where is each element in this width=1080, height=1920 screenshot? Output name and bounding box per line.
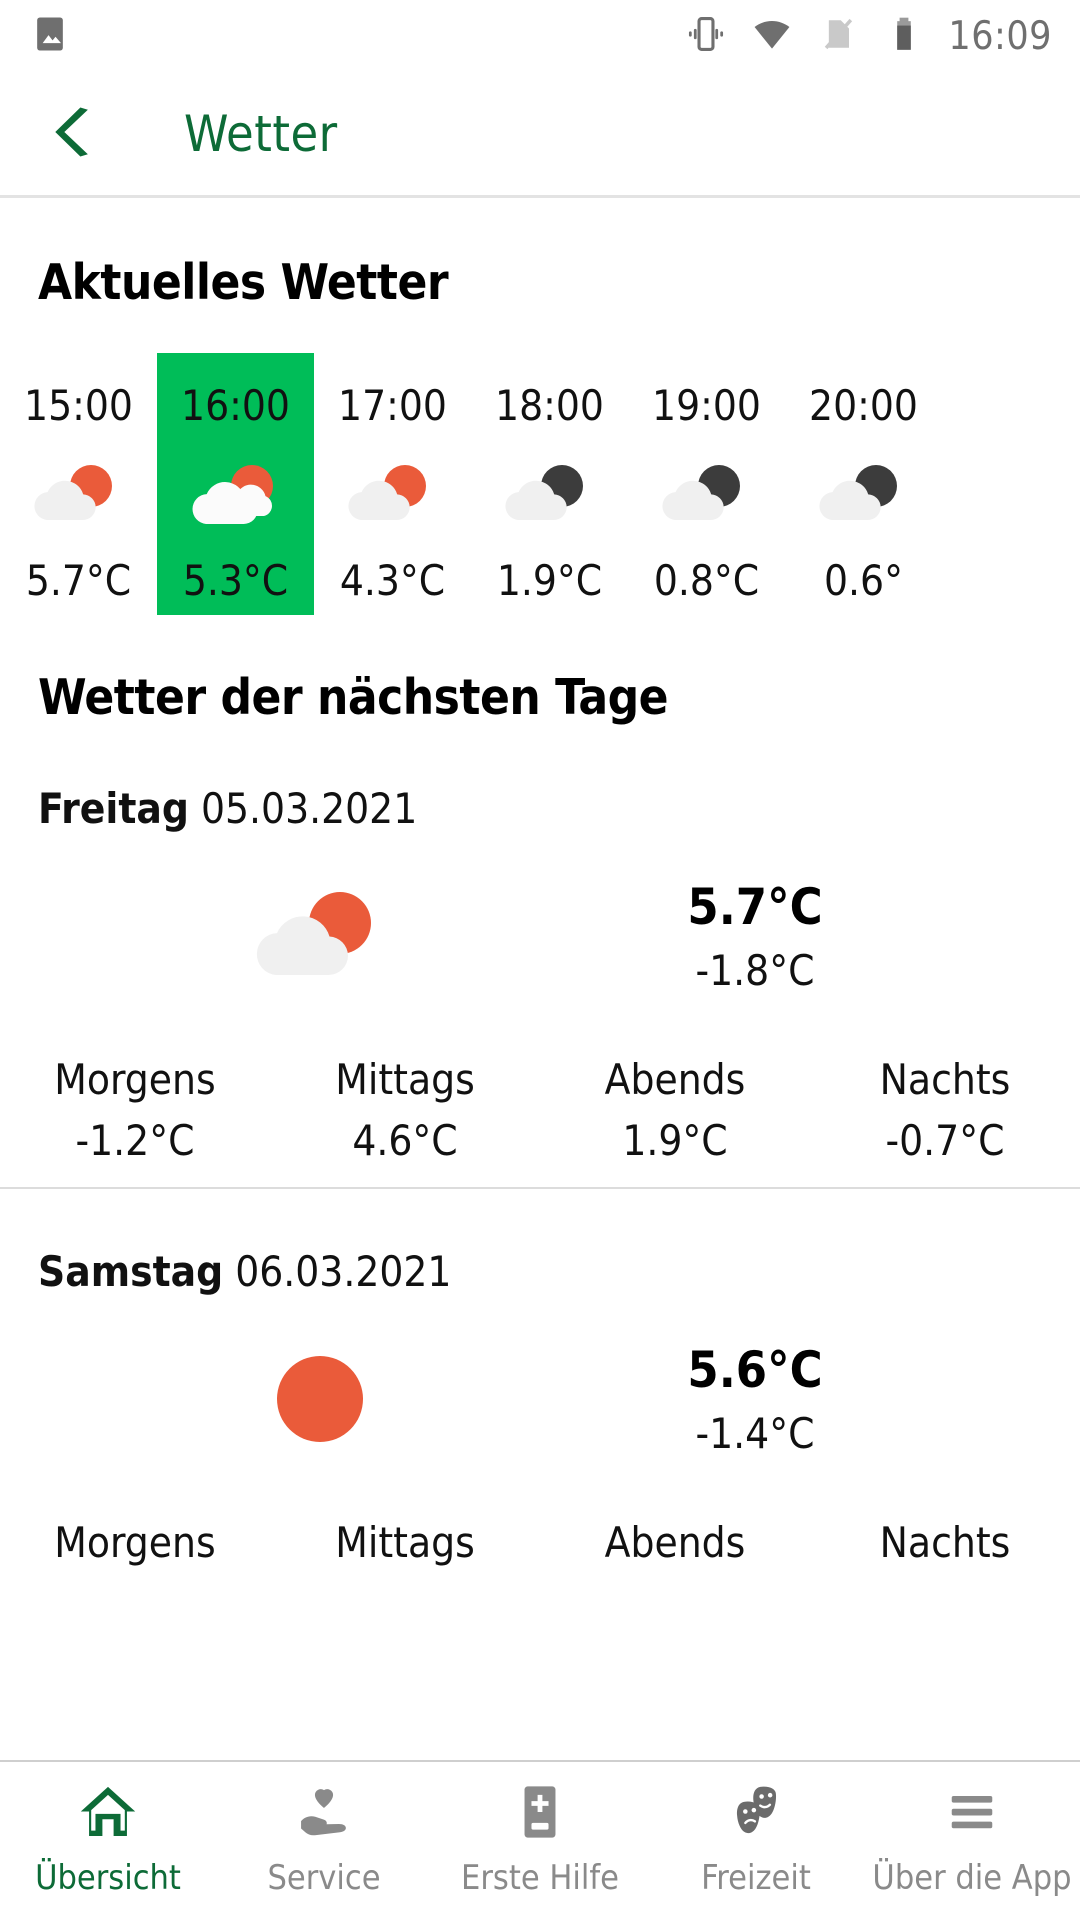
forecast-day-temps: 5.6°C -1.4°C [640, 1341, 870, 1458]
hourly-item[interactable]: 19:00 0.8°C [628, 353, 785, 615]
nav-item-erste-hilfe[interactable]: Erste Hilfe [432, 1776, 648, 1898]
hourly-time: 20:00 [809, 381, 918, 430]
forecast-part: Mittags 4.6°C [270, 1055, 540, 1165]
chevron-left-icon [46, 101, 108, 167]
nav-label: Übersicht [35, 1858, 181, 1898]
bottom-navigation-bar: Übersicht Service Erste Hilfe Freizeit Ü… [0, 1760, 1080, 1920]
hourly-time: 19:00 [652, 381, 761, 430]
first-aid-book-icon [505, 1776, 575, 1848]
hamburger-menu-icon [937, 1776, 1007, 1848]
hourly-time: 18:00 [495, 381, 604, 430]
nav-label: Service [267, 1858, 381, 1898]
hourly-item[interactable]: 15:00 5.7°C [0, 353, 157, 615]
forecast-date: 05.03.2021 [200, 784, 418, 833]
heart-in-hand-icon [289, 1776, 359, 1848]
forecast-part-label: Mittags [335, 1518, 475, 1567]
hourly-temp: 0.6° [824, 556, 903, 605]
partly-cloudy-night-icon [808, 458, 920, 534]
hourly-temp: 5.3°C [182, 556, 289, 605]
forecast-heading: Wetter der nächsten Tage [38, 669, 669, 726]
hourly-temp: 0.8°C [653, 556, 760, 605]
forecast-day-temps: 5.7°C -1.8°C [640, 878, 870, 995]
nav-label: Erste Hilfe [461, 1858, 619, 1898]
hourly-time: 16:00 [181, 381, 290, 430]
forecast-weekday: Freitag [38, 784, 189, 833]
forecast-part-label: Abends [604, 1055, 746, 1104]
wifi-icon [750, 12, 794, 60]
status-bar-right: 16:09 [684, 12, 1052, 60]
forecast-part-label: Morgens [54, 1518, 216, 1567]
partly-cloudy-day-icon [0, 878, 640, 994]
partly-cloudy-day-icon [337, 458, 449, 534]
forecast-part: Abends [540, 1518, 810, 1579]
hourly-item[interactable]: 17:00 4.3°C [314, 353, 471, 615]
partly-cloudy-night-icon [494, 458, 606, 534]
hourly-time: 15:00 [24, 381, 133, 430]
forecast-part-value: -1.2°C [75, 1116, 195, 1165]
forecast-part-value: 1.9°C [622, 1116, 728, 1165]
forecast-part: Nachts [810, 1518, 1080, 1579]
vibrate-icon [684, 12, 728, 60]
hourly-forecast-strip[interactable]: 15:00 5.7°C 16:00 5.3°C 17:00 4.3°C 18:0… [0, 353, 1080, 615]
battery-icon [882, 12, 926, 60]
forecast-part-label: Nachts [879, 1518, 1011, 1567]
forecast-part: Mittags [270, 1518, 540, 1579]
current-weather-heading: Aktuelles Wetter [38, 254, 449, 311]
sunny-icon [0, 1341, 640, 1457]
forecast-part-label: Mittags [335, 1055, 475, 1104]
forecast-part-label: Nachts [879, 1055, 1011, 1104]
theater-masks-icon [721, 1776, 791, 1848]
forecast-part: Morgens [0, 1518, 270, 1579]
forecast-part-value: 4.6°C [352, 1116, 458, 1165]
main-content: Aktuelles Wetter 15:00 5.7°C 16:00 5.3°C… [0, 254, 1080, 1601]
forecast-part-label: Abends [604, 1518, 746, 1567]
forecast-day-main: 5.7°C -1.8°C [0, 861, 1080, 1011]
forecast-day-header: Freitag 05.03.2021 [38, 784, 1080, 833]
forecast-part-label: Morgens [54, 1055, 216, 1104]
nav-item-ueber-die-app[interactable]: Über die App [864, 1776, 1080, 1898]
hourly-temp: 5.7°C [25, 556, 132, 605]
home-icon [73, 1776, 143, 1848]
hourly-temp: 1.9°C [496, 556, 603, 605]
back-button[interactable] [38, 95, 116, 173]
forecast-low-temp: -1.4°C [695, 1408, 815, 1458]
status-bar-clock: 16:09 [948, 13, 1052, 59]
forecast-day-header: Samstag 06.03.2021 [38, 1247, 1080, 1296]
forecast-weekday: Samstag [38, 1247, 224, 1296]
partly-cloudy-day-icon [23, 458, 135, 534]
forecast-part: Nachts -0.7°C [810, 1055, 1080, 1165]
status-bar-left [28, 12, 72, 60]
forecast-high-temp: 5.7°C [687, 877, 823, 936]
nav-label: Freizeit [701, 1858, 811, 1898]
forecast-part: Morgens -1.2°C [0, 1055, 270, 1165]
status-bar: 16:09 [0, 0, 1080, 72]
forecast-part: Abends 1.9°C [540, 1055, 810, 1165]
forecast-high-temp: 5.6°C [687, 1340, 823, 1399]
hourly-item[interactable]: 18:00 1.9°C [471, 353, 628, 615]
cloudy-day-icon [180, 458, 292, 534]
hourly-time: 17:00 [338, 381, 447, 430]
forecast-date: 06.03.2021 [235, 1247, 452, 1296]
nav-label: Über die App [872, 1858, 1072, 1898]
hourly-item[interactable]: 20:00 0.6° [785, 353, 942, 615]
hourly-item-selected[interactable]: 16:00 5.3°C [157, 353, 314, 615]
forecast-part-value: -0.7°C [885, 1116, 1005, 1165]
forecast-day-parts: Morgens Mittags Abends Nachts [0, 1518, 1080, 1579]
nav-item-service[interactable]: Service [216, 1776, 432, 1898]
app-bar: Wetter [0, 72, 1080, 198]
forecast-day-card[interactable]: Samstag 06.03.2021 5.6°C -1.4°C Morgens M… [0, 1247, 1080, 1601]
forecast-day-card[interactable]: Freitag 05.03.2021 5.7°C -1.8°C Morgens -… [0, 784, 1080, 1189]
forecast-day-parts: Morgens -1.2°C Mittags 4.6°C Abends 1.9°… [0, 1055, 1080, 1165]
forecast-low-temp: -1.8°C [695, 945, 815, 995]
nav-item-freizeit[interactable]: Freizeit [648, 1776, 864, 1898]
image-icon [28, 12, 72, 60]
nav-item-uebersicht[interactable]: Übersicht [0, 1776, 216, 1898]
partly-cloudy-night-icon [651, 458, 763, 534]
sim-off-icon [816, 12, 860, 60]
hourly-temp: 4.3°C [339, 556, 446, 605]
page-title: Wetter [184, 104, 338, 163]
forecast-day-main: 5.6°C -1.4°C [0, 1324, 1080, 1474]
